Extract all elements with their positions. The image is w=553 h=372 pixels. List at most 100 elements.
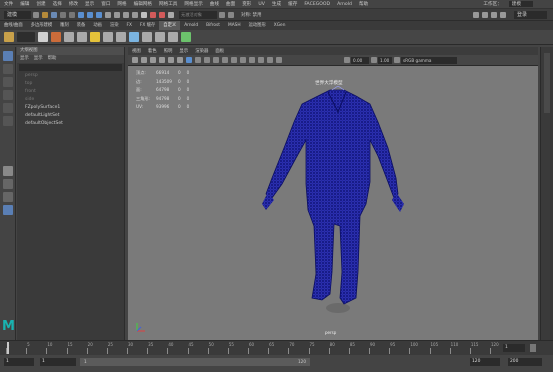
shelf-tab-mash[interactable]: MASH <box>224 21 245 30</box>
playback-start-field[interactable]: 1 <box>40 358 76 366</box>
shelf-tab-motion-graphics[interactable]: 运动图形 <box>245 21 270 30</box>
single-view-icon[interactable] <box>2 166 13 176</box>
outliner-item-persp[interactable]: persp <box>17 72 124 80</box>
render-frame-icon[interactable] <box>149 11 156 18</box>
isolate-select-icon[interactable] <box>258 57 264 63</box>
menu-item-select[interactable]: 选择 <box>53 1 62 7</box>
shelf-script-button-icon[interactable] <box>17 32 35 42</box>
viewport-menu-lighting[interactable]: 照明 <box>164 48 173 54</box>
shelf-tab-fx[interactable]: FX <box>123 21 136 30</box>
lights-icon[interactable] <box>213 57 219 63</box>
menu-set-dropdown[interactable]: 建模 <box>4 10 32 19</box>
shelf-tab-custom[interactable]: 自定义 <box>159 21 181 30</box>
open-scene-icon[interactable] <box>41 11 48 18</box>
camera-attributes-icon[interactable] <box>132 57 138 63</box>
gamma-field[interactable]: 1.00 <box>378 56 392 64</box>
toolbar-icon-b[interactable] <box>482 11 489 18</box>
menu-item-display[interactable]: 显示 <box>85 1 94 7</box>
snap-grid-icon[interactable] <box>104 11 111 18</box>
user-login-dropdown[interactable]: 登录 <box>513 10 547 19</box>
viewport-menu-renderer[interactable]: 渲染器 <box>195 48 208 54</box>
xray-icon[interactable] <box>267 57 273 63</box>
menu-item-create[interactable]: 创建 <box>36 1 45 7</box>
outliner-item-top[interactable]: top <box>17 80 124 88</box>
shelf-tool-icon-2[interactable] <box>77 32 87 42</box>
current-time-marker[interactable] <box>7 342 9 354</box>
select-object-icon[interactable] <box>86 11 93 18</box>
shelf-tool-icon-3[interactable] <box>90 32 100 42</box>
viewport-menu-view[interactable]: 视图 <box>132 48 141 54</box>
save-scene-icon[interactable] <box>50 11 57 18</box>
shelf-tab-xgen[interactable]: XGen <box>270 21 290 30</box>
shelf-tool-icon-9[interactable] <box>168 32 178 42</box>
select-hierarchy-icon[interactable] <box>77 11 84 18</box>
toolbar-icon-a[interactable] <box>473 11 480 18</box>
viewport-menu-show[interactable]: 显示 <box>179 48 188 54</box>
outliner-item-front[interactable]: front <box>17 88 124 96</box>
anim-start-field[interactable]: 1 <box>4 358 34 366</box>
shelf-tool-icon-7[interactable] <box>142 32 152 42</box>
menu-item-facegood[interactable]: FACEGOOD <box>304 2 330 7</box>
image-plane-icon[interactable] <box>150 57 156 63</box>
toolbar-icon-c[interactable] <box>491 11 498 18</box>
shelf-tab-bifrost[interactable]: Bifrost <box>202 21 224 30</box>
grid-icon[interactable] <box>159 57 165 63</box>
ambient-occlusion-icon[interactable] <box>231 57 237 63</box>
menu-item-arnold[interactable]: Arnold <box>337 2 352 7</box>
shelf-cube-icon[interactable] <box>38 32 48 42</box>
menu-item-mesh-display[interactable]: 网格显示 <box>184 1 202 7</box>
menu-item-surfaces[interactable]: 曲面 <box>226 1 235 7</box>
anti-alias-icon[interactable] <box>249 57 255 63</box>
channel-box-tab[interactable] <box>540 47 553 340</box>
shelf-tab-sculpt[interactable]: 雕刻 <box>56 21 73 30</box>
viewport-menu-panels[interactable]: 面板 <box>215 48 224 54</box>
shelf-tab-poly[interactable]: 多边形建模 <box>27 21 56 30</box>
new-scene-icon[interactable] <box>32 11 39 18</box>
undo-icon[interactable] <box>59 11 66 18</box>
wireframe-icon[interactable] <box>186 57 192 63</box>
menu-item-mesh[interactable]: 网格 <box>117 1 126 7</box>
snap-point-icon[interactable] <box>122 11 129 18</box>
snap-view-plane-icon[interactable] <box>131 11 138 18</box>
current-frame-field[interactable]: 1 <box>503 344 525 352</box>
four-view-icon[interactable] <box>2 179 13 189</box>
camera-icon[interactable] <box>227 11 234 18</box>
menu-item-edit-mesh[interactable]: 编辑网格 <box>134 1 152 7</box>
symmetry-label[interactable]: 对称: 禁用 <box>241 12 261 18</box>
view-transform-icon[interactable] <box>393 57 400 63</box>
film-gate-icon[interactable] <box>168 57 174 63</box>
shelf-tab-rigging[interactable]: 装备 <box>73 21 90 30</box>
exposure-field[interactable]: 0.00 <box>351 56 369 64</box>
menu-item-curves[interactable]: 曲线 <box>210 1 219 7</box>
ipr-render-icon[interactable] <box>158 11 165 18</box>
menu-item-edit[interactable]: 编辑 <box>20 1 29 7</box>
viewport-menu-shading[interactable]: 着色 <box>148 48 157 54</box>
move-tool-icon[interactable] <box>2 90 13 100</box>
shelf-tool-icon-6[interactable] <box>129 32 139 42</box>
colorspace-dropdown[interactable]: sRGB gamma <box>401 56 457 64</box>
outliner-layout-icon[interactable] <box>2 205 13 215</box>
menu-item-uv[interactable]: UV <box>258 2 265 7</box>
shelf-tool-icon-5[interactable] <box>116 32 126 42</box>
xray-joints-icon[interactable] <box>276 57 282 63</box>
playback-controls-icon[interactable] <box>530 344 536 352</box>
shelf-tab-curves[interactable]: 曲线/曲面 <box>0 21 27 30</box>
render-settings-icon[interactable] <box>167 11 174 18</box>
menu-item-generate[interactable]: 生成 <box>272 1 281 7</box>
outliner-item-light-set[interactable]: defaultLightSet <box>17 112 124 120</box>
shelf-tab-fx-cache[interactable]: FX 缓存 <box>136 21 159 30</box>
textured-icon[interactable] <box>204 57 210 63</box>
outliner-item-object-set[interactable]: defaultObjectSet <box>17 120 124 128</box>
scale-tool-icon[interactable] <box>2 116 13 126</box>
outliner-item-side[interactable]: side <box>17 96 124 104</box>
menu-item-file[interactable]: 文件 <box>4 1 13 7</box>
menu-item-windows[interactable]: 窗口 <box>101 1 110 7</box>
shelf-render-icon[interactable] <box>51 32 61 42</box>
snap-curve-icon[interactable] <box>113 11 120 18</box>
motion-blur-icon[interactable] <box>240 57 246 63</box>
shelf-tab-animation[interactable]: 动画 <box>89 21 106 30</box>
menu-item-deform[interactable]: 变形 <box>242 1 251 7</box>
outliner-menu-help[interactable]: 帮助 <box>48 55 57 63</box>
shadows-icon[interactable] <box>222 57 228 63</box>
time-slider[interactable]: 1510152025303540455055606570758085909510… <box>0 340 553 355</box>
